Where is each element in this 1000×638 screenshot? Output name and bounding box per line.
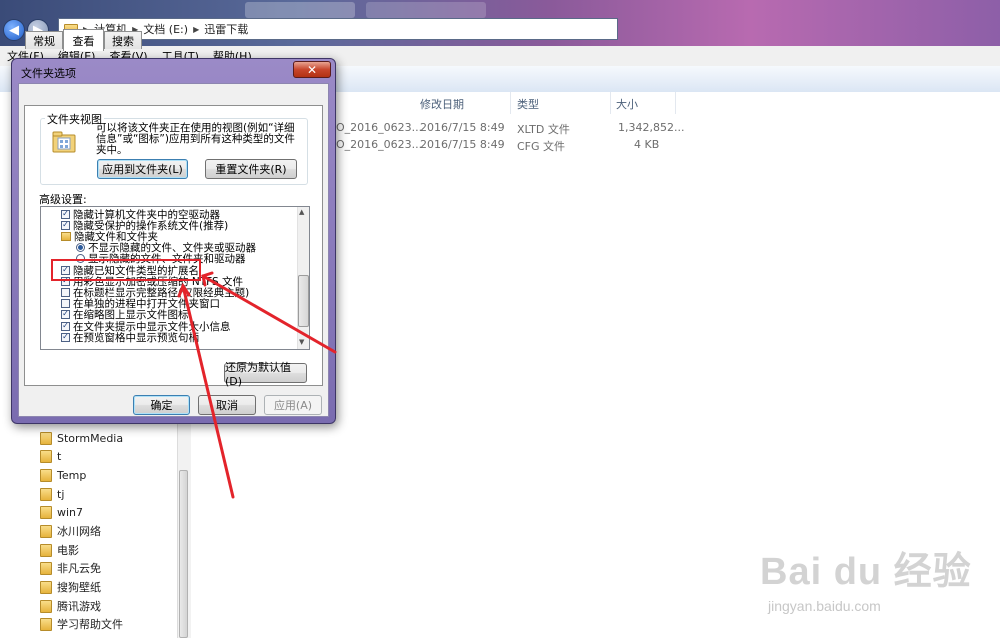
baidu-watermark: Bai du 经验	[760, 540, 972, 595]
watermark-url: jingyan.baidu.com	[768, 598, 881, 614]
tab-view[interactable]: 查看	[63, 29, 104, 51]
watermark-logo: Bai du 经验	[760, 551, 972, 593]
